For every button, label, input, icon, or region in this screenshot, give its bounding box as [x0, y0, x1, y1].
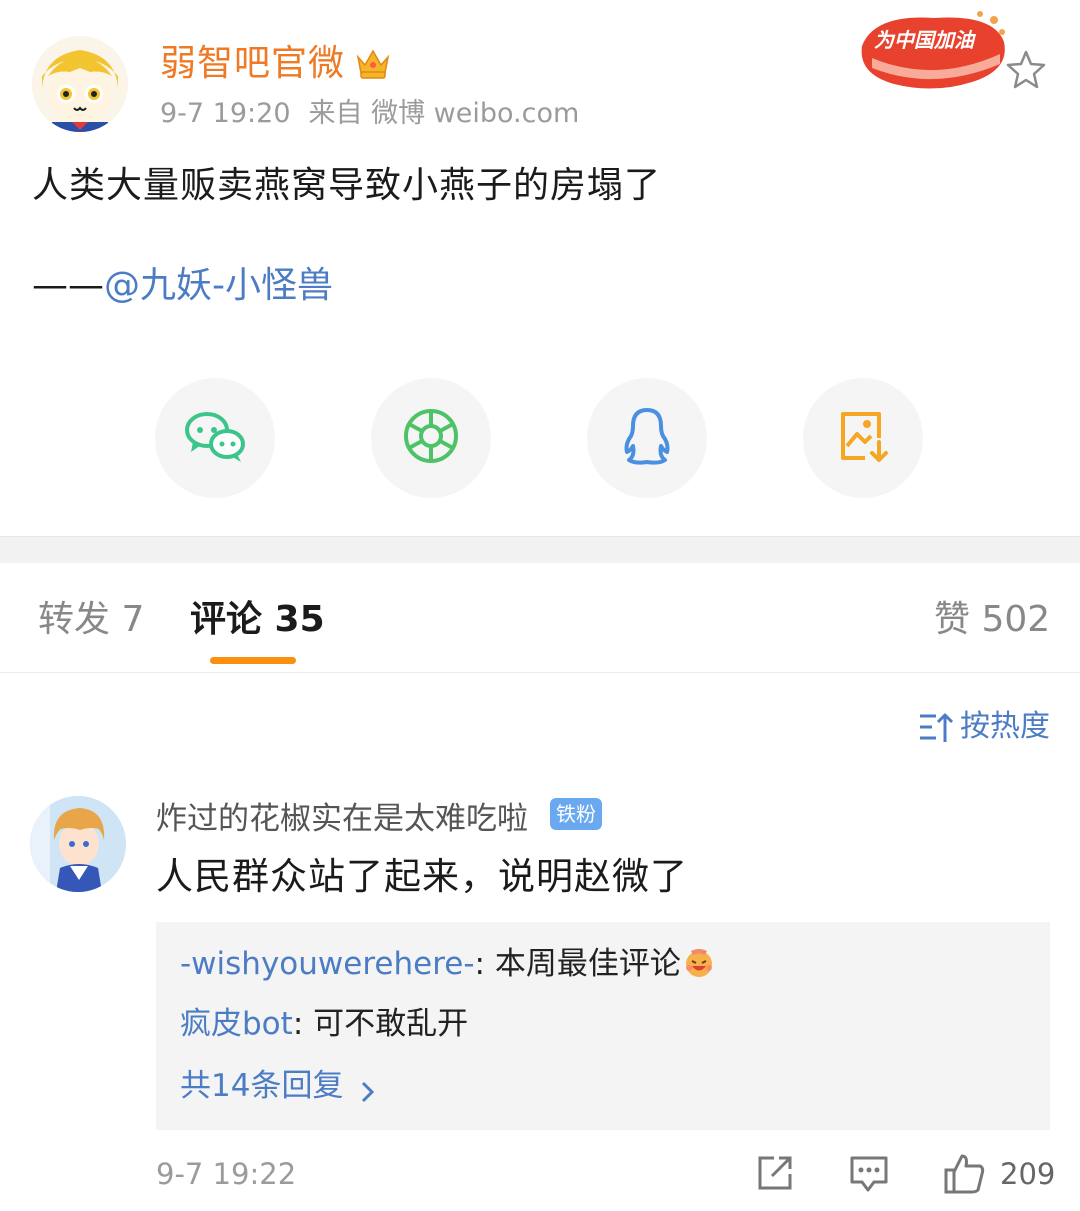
post-time: 9-7 19:20	[160, 98, 291, 129]
comment-text: 人民群众站了起来，说明赵微了	[156, 855, 688, 898]
more-replies-label: 共14条回复	[180, 1068, 344, 1104]
post-signature: ——@九妖-小怪兽	[32, 260, 333, 312]
reply-user[interactable]: -wishyouwerehere-	[180, 946, 475, 982]
fan-badge: 铁粉	[550, 798, 602, 830]
qq-icon	[621, 406, 673, 470]
sort-icon	[918, 710, 954, 744]
post-source: 来自 微博 weibo.com	[308, 98, 580, 129]
reply-comment-button[interactable]	[846, 1150, 892, 1196]
commenter-avatar[interactable]	[30, 796, 126, 892]
tab-comment[interactable]: 评论 35	[190, 596, 325, 644]
wechat-icon	[183, 408, 247, 468]
active-tab-indicator	[210, 657, 296, 664]
comment-time: 9-7 19:22	[156, 1157, 297, 1191]
author-name[interactable]: 弱智吧官微	[160, 40, 345, 88]
signature-dash: ——	[32, 265, 104, 306]
reply-user[interactable]: 疯皮bot	[180, 1006, 293, 1042]
like-comment-button[interactable]	[942, 1150, 988, 1196]
share-wechat-button[interactable]	[155, 378, 275, 498]
post-meta: 9-7 19:20 来自 微博 weibo.com	[160, 96, 579, 132]
author-avatar[interactable]	[32, 36, 128, 132]
share-qq-button[interactable]	[587, 378, 707, 498]
reply-separator: :	[474, 946, 495, 982]
commenter-name[interactable]: 炸过的花椒实在是太难吃啦	[156, 798, 528, 840]
moments-icon	[402, 407, 460, 469]
tab-like[interactable]: 赞 502	[934, 596, 1050, 644]
save-image-icon	[835, 408, 891, 468]
comment-bubble-icon	[846, 1156, 892, 1200]
comment-like-count: 209	[1000, 1157, 1056, 1191]
share-moments-button[interactable]	[371, 378, 491, 498]
sort-label: 按热度	[960, 709, 1050, 744]
section-divider	[0, 536, 1080, 563]
reply-text: 本周最佳评论	[494, 946, 681, 982]
sort-by-hot-button[interactable]: 按热度	[918, 706, 1050, 748]
post-text: 人类大量贩卖燕窝导致小燕子的房塌了	[32, 165, 662, 206]
tab-divider	[0, 672, 1080, 673]
reply-item[interactable]: 疯皮bot: 可不敢乱开	[180, 1002, 468, 1046]
save-image-button[interactable]	[803, 378, 923, 498]
chevron-right-icon	[357, 1073, 379, 1103]
china-support-badge[interactable]: 为中国加油	[854, 6, 1012, 90]
favorite-star-icon[interactable]	[1004, 48, 1048, 92]
reply-separator: :	[292, 1006, 314, 1042]
reply-text: 可不敢乱开	[313, 1006, 469, 1042]
thumbs-up-icon	[942, 1154, 988, 1200]
share-out-icon	[752, 1156, 798, 1200]
china-badge-text: 为中国加油	[874, 28, 974, 52]
reply-item[interactable]: -wishyouwerehere-: 本周最佳评论	[180, 942, 715, 986]
more-replies-link[interactable]: 共14条回复	[180, 1064, 379, 1108]
repost-comment-button[interactable]	[752, 1150, 798, 1196]
crown-icon	[354, 43, 392, 81]
laughing-emoji-icon	[683, 947, 715, 979]
mention-link[interactable]: @九妖-小怪兽	[104, 265, 333, 306]
tab-repost[interactable]: 转发 7	[38, 596, 144, 644]
